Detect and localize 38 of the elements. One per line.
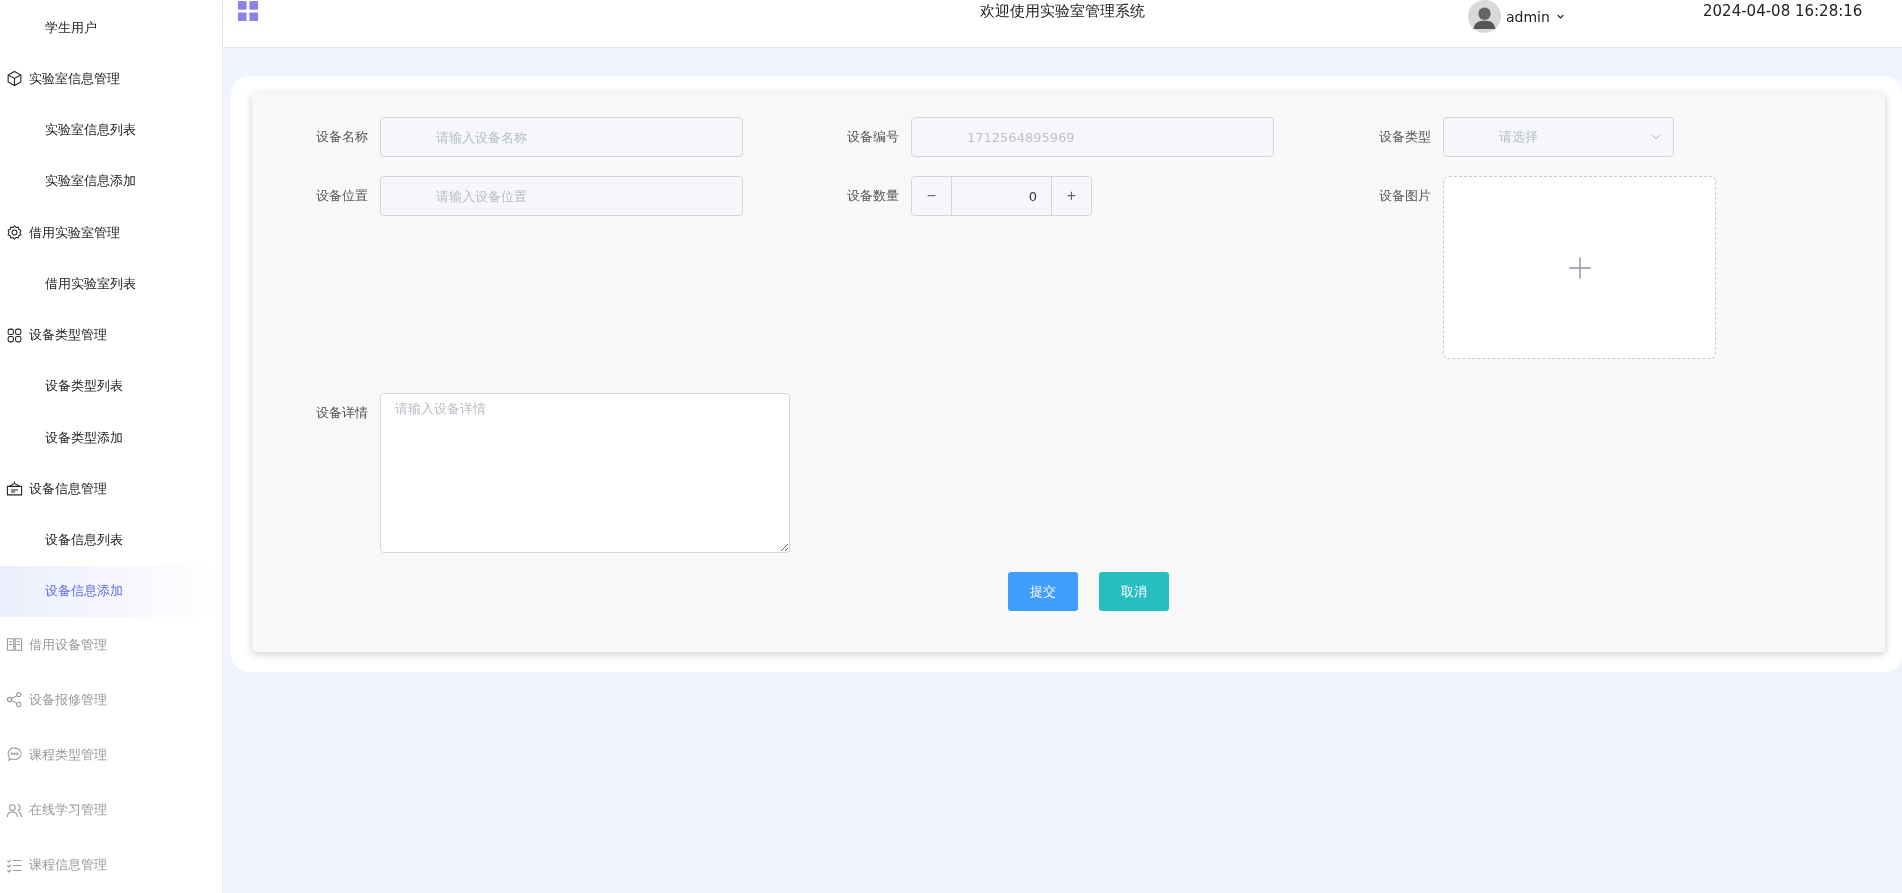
menu-group[interactable]: 设备信息管理 xyxy=(29,479,107,498)
field-label: 设备图片 xyxy=(1378,187,1432,205)
chat-icon xyxy=(6,746,23,764)
plus-icon xyxy=(1566,254,1593,281)
tray-icon xyxy=(6,480,23,498)
share-icon xyxy=(6,691,23,709)
field-label: 设备详情 xyxy=(315,404,369,422)
field-label: 设备位置 xyxy=(315,187,369,205)
sidebar-item[interactable]: 设备信息列表 xyxy=(0,514,222,566)
number-stepper[interactable]: − 0 + xyxy=(911,176,1092,216)
menu-icon xyxy=(237,0,259,22)
decrement-button[interactable]: − xyxy=(912,177,952,215)
user-menu[interactable]: admin xyxy=(1506,8,1550,25)
menu-group[interactable]: 设备类型管理 xyxy=(29,326,107,345)
date-time: 2024-04-08 16:28:16 xyxy=(1703,2,1863,20)
page-title: 欢迎使用实验室管理系统 xyxy=(980,2,1145,21)
upload-area[interactable] xyxy=(1443,176,1716,359)
book-icon xyxy=(6,636,23,654)
grid-icon xyxy=(6,326,23,344)
field-label: 设备数量 xyxy=(846,187,900,205)
text-area[interactable]: 请输入设备详情 xyxy=(380,393,790,553)
sidebar-item[interactable]: 实验室信息列表 xyxy=(0,104,222,156)
sidebar-item[interactable]: 学生用户 xyxy=(0,2,222,54)
avatar-icon xyxy=(1468,0,1501,33)
sidebar-item[interactable]: 实验室信息添加 xyxy=(0,155,222,207)
menu-group[interactable]: 借用实验室管理 xyxy=(29,223,120,242)
field-label: 设备类型 xyxy=(1378,128,1432,146)
field-label: 设备编号 xyxy=(846,128,900,146)
sidebar-item[interactable]: 设备类型列表 xyxy=(0,360,222,412)
users-icon xyxy=(6,801,23,819)
cube-icon xyxy=(6,70,23,88)
increment-button[interactable]: + xyxy=(1051,177,1091,215)
sidebar-item[interactable]: 设备类型添加 xyxy=(0,412,222,464)
field-label: 设备名称 xyxy=(315,128,369,146)
list-icon xyxy=(6,856,23,874)
menu-group[interactable]: 实验室信息管理 xyxy=(29,69,120,88)
settings-icon xyxy=(6,224,23,242)
sidebar-item[interactable]: 借用实验室列表 xyxy=(0,258,222,310)
